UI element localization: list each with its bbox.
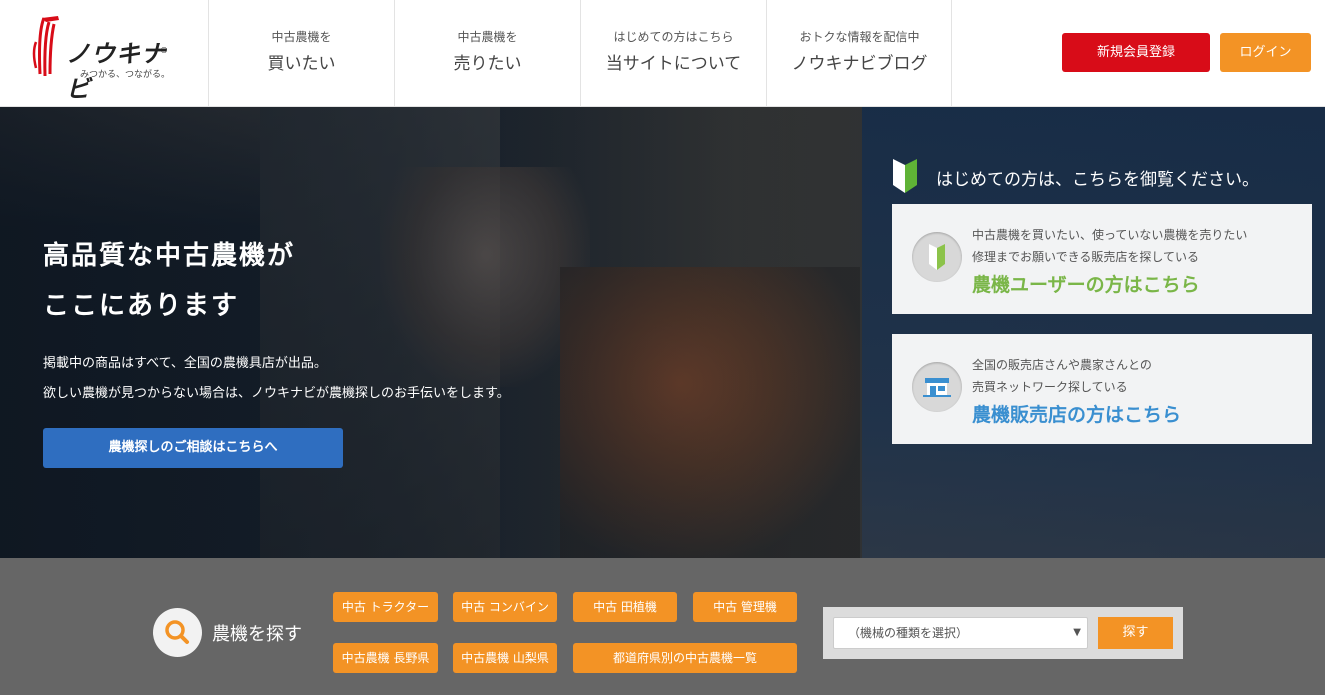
nav-buy[interactable]: 中古農機を 買いたい — [208, 0, 394, 106]
card-farmer-line2: 修理までお願いできる販売店を探している — [972, 250, 1200, 264]
beginner-heading-text: はじめての方は、こちらを御覧ください。 — [936, 170, 1259, 190]
nav-sell[interactable]: 中古農機を 売りたい — [394, 0, 580, 106]
nav-blog-sub: おトクな情報を配信中 — [799, 30, 920, 44]
hero-title-line2: ここにあります — [43, 291, 240, 321]
card-dealer-line2: 売買ネットワーク探している — [972, 380, 1128, 394]
hero-description-line2: 欲しい農機が見つからない場合は、ノウキナビが農機探しのお手伝いをします。 — [43, 386, 510, 401]
hero-overlay — [0, 107, 862, 558]
shop-icon — [923, 378, 951, 397]
card-dealer[interactable]: 全国の販売店さんや農家さんとの 売買ネットワーク探している 農機販売店の方はこち… — [892, 334, 1312, 444]
tag-yamanashi[interactable]: 中古農機 山梨県 — [453, 643, 557, 673]
machine-type-select-value: （機械の種類を選択） — [848, 626, 969, 640]
site-header: ノウキナビ ® みつかる、つながる。 中古農機を 買いたい 中古農機を 売りたい… — [0, 0, 1325, 107]
nav-buy-sub: 中古農機を — [271, 30, 332, 44]
tag-used-combine[interactable]: 中古 コンバイン — [453, 592, 557, 622]
logo-tagline: みつかる、つながる。 — [80, 70, 171, 80]
search-form: （機械の種類を選択） ▼ 探す — [823, 607, 1183, 659]
consultation-button[interactable]: 農機探しのご相談はこちらへ — [43, 428, 343, 468]
card-farmer-link[interactable]: 農機ユーザーの方はこちら — [972, 270, 1200, 297]
card-dealer-icon-circle — [912, 362, 962, 412]
tag-used-rice-planter[interactable]: 中古 田植機 — [573, 592, 677, 622]
nav-buy-label: 買いたい — [267, 54, 336, 74]
hero-section: 高品質な中古農機が ここにあります 掲載中の商品はすべて、全国の農機具店が出品。… — [0, 107, 1325, 558]
nav-about-sub: はじめての方はこちら — [613, 30, 734, 44]
card-farmer-line1: 中古農機を買いたい、使っていない農機を売りたい — [972, 228, 1248, 242]
nav-blog[interactable]: おトクな情報を配信中 ノウキナビブログ — [766, 0, 952, 106]
login-button[interactable]: ログイン — [1220, 33, 1311, 72]
card-farmer-user[interactable]: 中古農機を買いたい、使っていない農機を売りたい 修理までお願いできる販売店を探し… — [892, 204, 1312, 314]
site-logo[interactable]: ノウキナビ ® みつかる、つながる。 — [28, 12, 178, 103]
beginner-mark-icon — [929, 244, 945, 270]
nav-about-label: 当サイトについて — [605, 54, 742, 74]
tag-used-cultivator[interactable]: 中古 管理機 — [693, 592, 797, 622]
tag-used-tractor[interactable]: 中古 トラクター — [333, 592, 438, 622]
nav-sell-sub: 中古農機を — [457, 30, 518, 44]
search-button[interactable]: 探す — [1098, 617, 1173, 649]
search-icon-circle — [153, 608, 202, 657]
search-icon — [165, 620, 189, 644]
beginner-mark-icon — [893, 159, 917, 193]
card-dealer-line1: 全国の販売店さんや農家さんとの — [972, 358, 1152, 372]
tag-nagano[interactable]: 中古農機 長野県 — [333, 643, 438, 673]
machine-type-select[interactable]: （機械の種類を選択） ▼ — [833, 617, 1088, 649]
register-button[interactable]: 新規会員登録 — [1062, 33, 1210, 72]
nav-about[interactable]: はじめての方はこちら 当サイトについて — [580, 0, 766, 106]
hero-description-line1: 掲載中の商品はすべて、全国の農機具店が出品。 — [43, 356, 327, 371]
logo-registered-mark: ® — [160, 46, 168, 55]
chevron-down-icon: ▼ — [1073, 627, 1081, 638]
search-label: 農機を探す — [212, 624, 302, 645]
card-farmer-icon-circle — [912, 232, 962, 282]
machine-search-bar: 農機を探す 中古 トラクター 中古 コンバイン 中古 田植機 中古 管理機 中古… — [0, 558, 1325, 695]
nav-divider — [951, 0, 952, 106]
card-dealer-link[interactable]: 農機販売店の方はこちら — [972, 400, 1181, 427]
nav-blog-label: ノウキナビブログ — [791, 54, 928, 74]
beginner-heading: はじめての方は、こちらを御覧ください。 — [892, 159, 1312, 193]
tag-by-prefecture[interactable]: 都道府県別の中古農機一覧 — [573, 643, 797, 673]
logo-mark-icon — [32, 16, 59, 77]
hero-title-line1: 高品質な中古農機が — [43, 241, 296, 271]
beginner-panel: はじめての方は、こちらを御覧ください。 — [862, 107, 1325, 558]
nav-sell-label: 売りたい — [453, 54, 522, 74]
